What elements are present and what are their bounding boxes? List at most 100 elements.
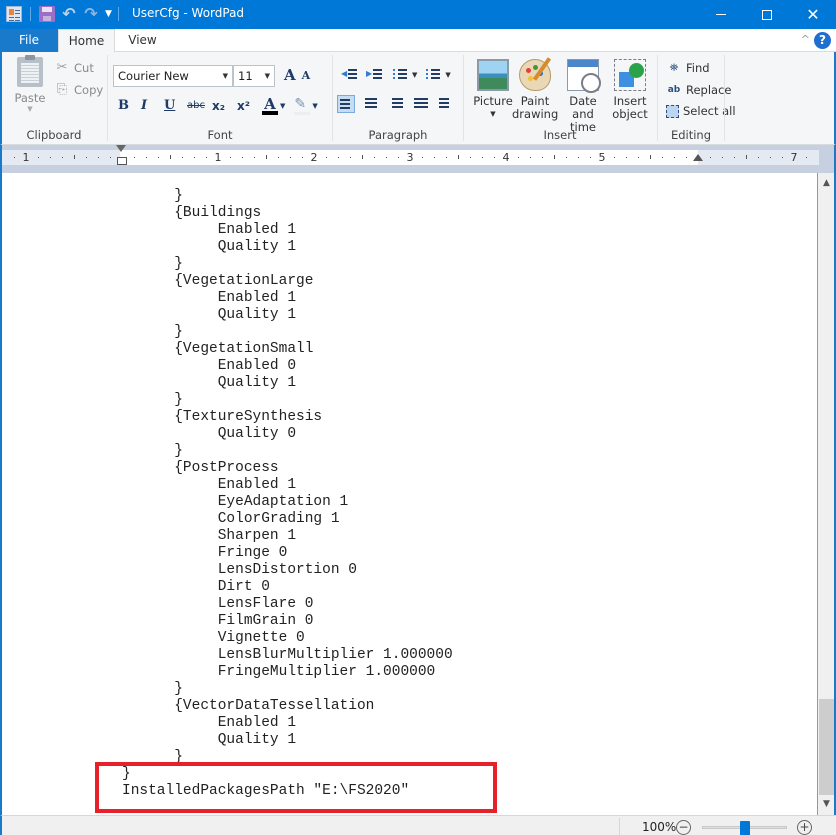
- vertical-scrollbar[interactable]: ▲ ▼: [817, 173, 836, 815]
- cut-button[interactable]: ✂ Cut: [54, 60, 94, 75]
- increase-indent-icon[interactable]: [366, 66, 384, 84]
- ruler-tick: [302, 157, 303, 158]
- ruler-label: 7: [790, 151, 798, 164]
- right-indent-marker[interactable]: [693, 154, 703, 161]
- strikethrough-button[interactable]: abc: [187, 100, 205, 111]
- scroll-up-icon[interactable]: ▲: [818, 175, 835, 192]
- paste-dropdown-icon[interactable]: ▼: [12, 105, 48, 113]
- left-indent-marker[interactable]: [116, 145, 127, 167]
- align-right-icon[interactable]: [387, 95, 405, 113]
- picture-dropdown-icon[interactable]: ▼: [470, 108, 516, 121]
- decrease-indent-icon[interactable]: [341, 66, 359, 84]
- paint-drawing-button[interactable]: Paint drawing: [512, 59, 558, 121]
- ruler-tick: [230, 157, 231, 158]
- tab-view[interactable]: View: [115, 29, 170, 52]
- document-line: {TextureSynthesis: [122, 409, 323, 425]
- document-line: Enabled 1: [122, 477, 297, 493]
- zoom-out-button[interactable]: −: [676, 820, 691, 835]
- font-color-button[interactable]: A: [262, 96, 278, 115]
- document-line: Enabled 1: [122, 290, 297, 306]
- close-icon: ✕: [806, 4, 820, 24]
- date-time-button[interactable]: Date and time: [558, 59, 608, 134]
- paragraph-settings-icon[interactable]: [437, 95, 455, 113]
- document-line: {VegetationSmall: [122, 341, 314, 357]
- title-bar: ↶ ↷ ▼ UserCfg - WordPad ✕: [0, 0, 836, 29]
- align-left-icon[interactable]: [337, 95, 355, 113]
- ruler-tick: [590, 157, 591, 158]
- highlight-dropdown-icon[interactable]: ▼: [312, 102, 317, 110]
- line-spacing-icon[interactable]: [424, 66, 442, 84]
- document-line: Quality 0: [122, 426, 297, 442]
- paste-button[interactable]: Paste ▼: [12, 55, 48, 113]
- ruler-tick: [374, 157, 375, 158]
- italic-button[interactable]: I: [141, 98, 155, 113]
- chevron-down-icon: ▼: [222, 72, 228, 80]
- document-line: Vignette 0: [122, 630, 305, 646]
- scroll-thumb[interactable]: [819, 699, 834, 795]
- save-icon[interactable]: [39, 6, 55, 22]
- ruler-tick: [770, 157, 771, 158]
- superscript-button[interactable]: x²: [237, 99, 253, 113]
- font-family-select[interactable]: Courier New ▼: [113, 65, 233, 87]
- shrink-font-button[interactable]: A: [302, 69, 311, 84]
- tab-file[interactable]: File: [0, 29, 58, 52]
- grow-font-button[interactable]: A: [284, 66, 296, 84]
- document-line: LensBlurMultiplier 1.000000: [122, 647, 453, 663]
- document-line: }: [122, 392, 183, 408]
- collapse-ribbon-icon[interactable]: ^: [801, 33, 810, 46]
- ruler-tick: [638, 157, 639, 158]
- paint-palette-icon: [519, 59, 551, 91]
- underline-button[interactable]: U: [164, 98, 178, 113]
- highlight-button[interactable]: ✎: [294, 96, 311, 115]
- bullet-list-icon[interactable]: [391, 66, 409, 84]
- maximize-button[interactable]: [744, 0, 790, 29]
- ruler-tick: [554, 155, 555, 159]
- zoom-in-button[interactable]: +: [797, 820, 812, 835]
- close-button[interactable]: ✕: [790, 0, 836, 29]
- ruler-tick: [758, 157, 759, 158]
- list-dropdown-icon[interactable]: ▼: [412, 71, 417, 79]
- insert-object-button[interactable]: Insert object: [610, 59, 650, 121]
- document-area[interactable]: } {Buildings Enabled 1 Quality 1 } {Vege…: [0, 173, 817, 815]
- zoom-level: 100%: [642, 820, 677, 834]
- bold-button[interactable]: B: [118, 98, 132, 113]
- subscript-button[interactable]: x₂: [212, 99, 228, 113]
- ruler-tick: [446, 157, 447, 158]
- help-icon[interactable]: ?: [814, 32, 831, 49]
- line-spacing-dropdown-icon[interactable]: ▼: [445, 71, 450, 79]
- zoom-slider-thumb[interactable]: [740, 821, 750, 835]
- insert-group-label: Insert: [543, 128, 577, 142]
- ruler-tick: [110, 157, 111, 158]
- paragraph-group: ▼ ▼ Paragraph: [333, 52, 463, 144]
- ruler-tick: [650, 155, 651, 159]
- ruler-tick: [530, 157, 531, 158]
- scroll-down-icon[interactable]: ▼: [818, 796, 835, 813]
- font-size-value: 11: [238, 69, 253, 83]
- ruler-tick: [782, 157, 783, 158]
- justify-icon[interactable]: [412, 95, 430, 113]
- minimize-button[interactable]: [698, 0, 744, 29]
- redo-icon[interactable]: ↷: [83, 6, 99, 22]
- ruler-tick: [734, 157, 735, 158]
- font-size-select[interactable]: 11 ▼: [233, 65, 275, 87]
- insert-group: Picture ▼ Paint drawing Date and time In…: [464, 52, 656, 144]
- ruler-tick: [542, 157, 543, 158]
- ruler-tick: [362, 155, 363, 159]
- tab-home[interactable]: Home: [58, 29, 115, 53]
- ruler-tick: [74, 155, 75, 159]
- ruler[interactable]: 1 1 2 3 4 5 7: [0, 145, 836, 173]
- copy-button[interactable]: ⎘ Copy: [54, 82, 103, 97]
- wordpad-app-icon[interactable]: [6, 6, 22, 22]
- document-text[interactable]: } {Buildings Enabled 1 Quality 1 } {Vege…: [122, 188, 453, 800]
- undo-icon[interactable]: ↶: [61, 6, 77, 22]
- font-color-dropdown-icon[interactable]: ▼: [280, 102, 285, 110]
- cut-label: Cut: [74, 60, 94, 75]
- align-center-icon[interactable]: [362, 95, 380, 113]
- picture-button[interactable]: Picture ▼: [470, 59, 516, 121]
- ruler-tick: [422, 157, 423, 158]
- ruler-tick: [710, 157, 711, 158]
- document-line: Quality 1: [122, 732, 297, 748]
- ruler-tick: [170, 155, 171, 159]
- customize-qat-icon[interactable]: ▼: [105, 6, 112, 22]
- ruler-tick: [86, 157, 87, 158]
